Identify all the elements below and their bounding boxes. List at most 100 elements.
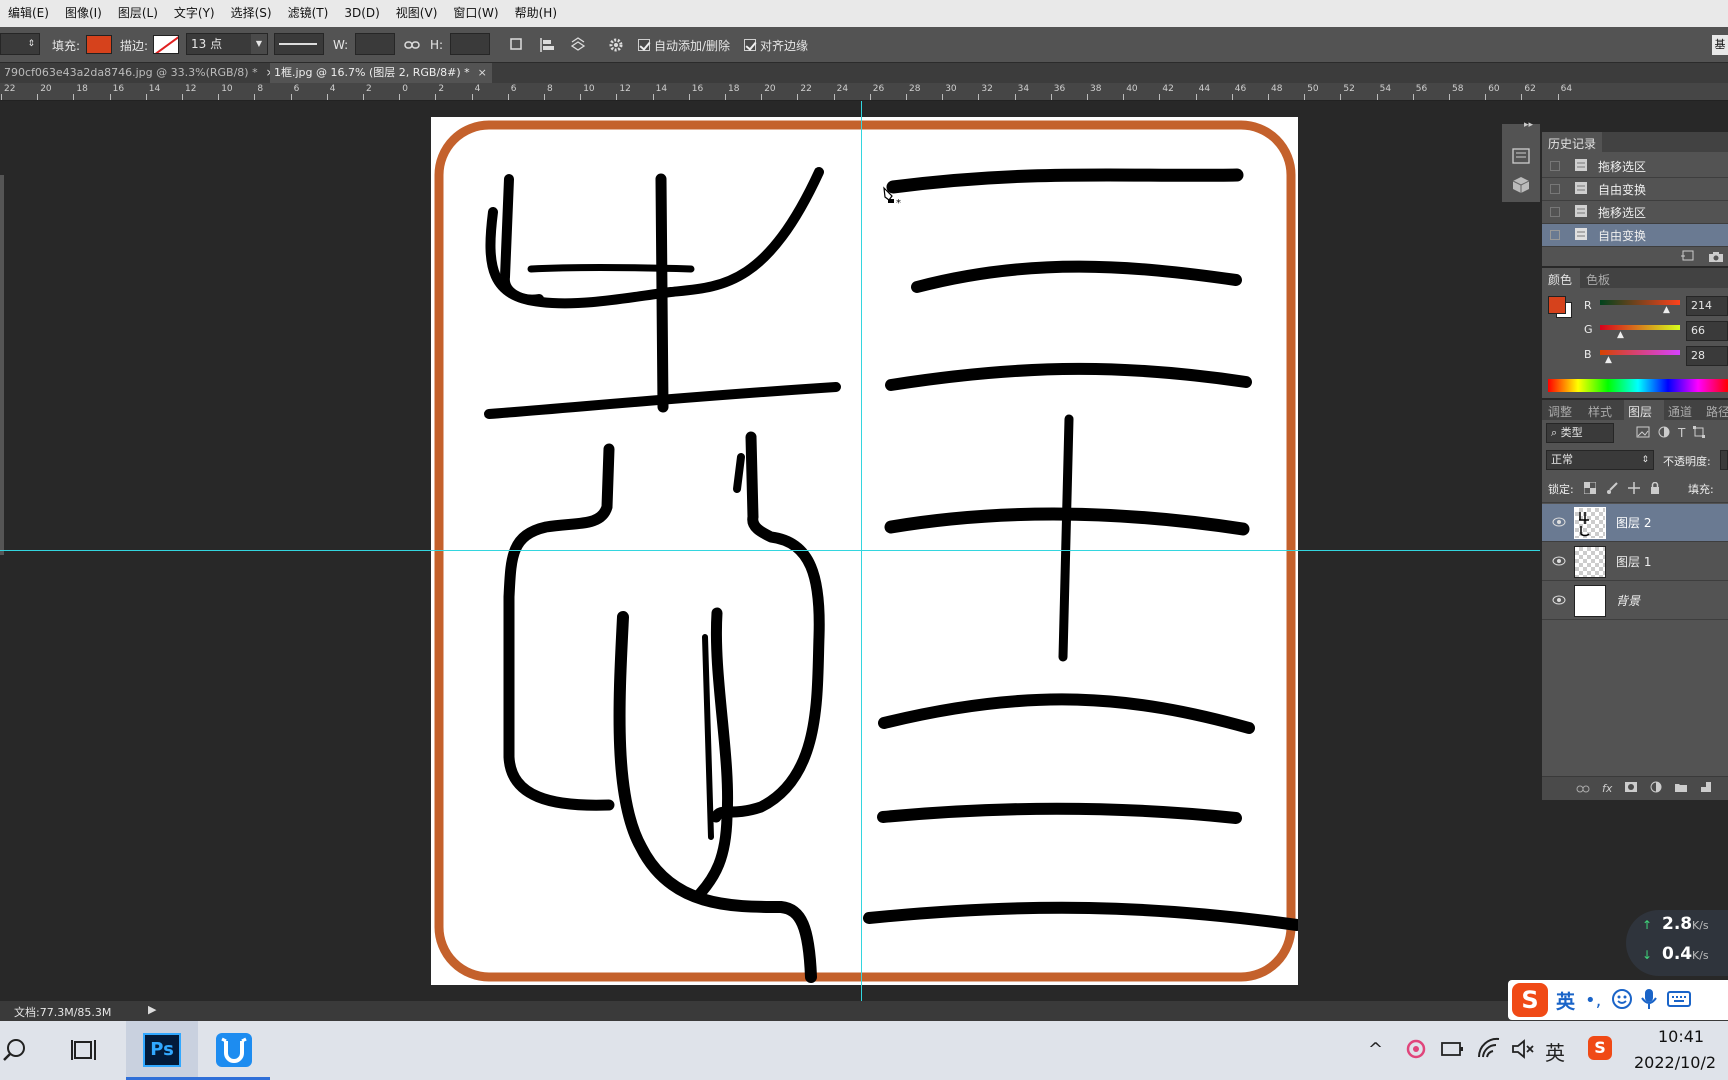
tab-paths[interactable]: 路径: [1706, 403, 1728, 420]
green-slider[interactable]: [1600, 325, 1680, 330]
history-item[interactable]: 自由变换: [1542, 178, 1728, 201]
align-edges-checkbox[interactable]: 对齐边缘: [744, 27, 808, 63]
stroke-type-select[interactable]: [274, 33, 324, 55]
collapsed-toolbar-edge[interactable]: [0, 175, 4, 555]
menu-3d[interactable]: 3D(D): [336, 0, 387, 27]
horizontal-ruler[interactable]: 22 20 18 16 14 12 10 8 6 4 2 0 2 4 6 8 10 12 14 16 18 20 22 24 2…: [0, 83, 1728, 101]
play-arrow-icon[interactable]: ▶: [148, 1003, 156, 1016]
green-value-field[interactable]: 66: [1686, 321, 1728, 341]
eye-icon[interactable]: [1552, 594, 1566, 608]
battery-icon[interactable]: [1440, 1039, 1466, 1062]
network-speed-widget[interactable]: ↑ 2.8 K/s ↓ 0.4 K/s: [1626, 910, 1728, 976]
layer-name[interactable]: 图层 1: [1616, 553, 1651, 570]
eye-icon[interactable]: [1552, 516, 1566, 530]
punctuation-icon[interactable]: •,: [1585, 990, 1601, 1011]
taskbar-second-app[interactable]: [198, 1021, 270, 1080]
history-brush-checkbox[interactable]: [1550, 184, 1560, 194]
layer-name[interactable]: 背景: [1616, 592, 1640, 609]
menu-edit[interactable]: 编辑(E): [0, 0, 57, 27]
layer-mask-icon[interactable]: [1624, 781, 1638, 796]
history-panel-icon[interactable]: [1512, 148, 1530, 167]
blue-value-field[interactable]: 28: [1686, 346, 1728, 366]
blue-slider[interactable]: [1600, 350, 1680, 355]
ime-language-toggle[interactable]: 英: [1556, 987, 1575, 1014]
chevron-up-icon[interactable]: ^: [1368, 1039, 1383, 1060]
layer-row[interactable]: 图层 1: [1542, 543, 1728, 581]
menu-help[interactable]: 帮助(H): [507, 0, 565, 27]
history-item[interactable]: 拖移选区: [1542, 201, 1728, 224]
fx-icon[interactable]: fx: [1602, 782, 1612, 795]
new-layer-icon[interactable]: [1700, 781, 1712, 796]
taskbar-photoshop[interactable]: Ps: [126, 1021, 198, 1080]
eye-icon[interactable]: [1552, 555, 1566, 569]
stroke-size-field[interactable]: 13 点 ▼: [186, 33, 268, 55]
gear-icon[interactable]: [608, 27, 624, 63]
microphone-icon[interactable]: [1641, 988, 1658, 1013]
slider-thumb-icon[interactable]: ▲: [1617, 330, 1624, 340]
document-canvas[interactable]: [431, 117, 1303, 985]
slider-thumb-icon[interactable]: ▲: [1663, 305, 1670, 315]
tab-history[interactable]: 历史记录: [1548, 135, 1596, 152]
new-document-from-state-icon[interactable]: [1680, 250, 1694, 265]
opacity-field[interactable]: [1720, 450, 1728, 470]
tab-swatches[interactable]: 色板: [1586, 271, 1610, 288]
keyboard-icon[interactable]: [1667, 990, 1692, 1011]
vertical-guide[interactable]: [861, 101, 862, 1001]
volume-muted-icon[interactable]: [1510, 1037, 1536, 1064]
tab-channels[interactable]: 通道: [1668, 403, 1692, 420]
wifi-icon[interactable]: [1476, 1037, 1502, 1064]
blend-mode-select[interactable]: 正常 ⇕: [1546, 450, 1654, 470]
collapse-panels-icon[interactable]: ▸▸: [1524, 120, 1533, 130]
slider-thumb-icon[interactable]: ▲: [1605, 355, 1612, 365]
tab-color[interactable]: 颜色: [1548, 271, 1572, 288]
layer-row[interactable]: 背景: [1542, 582, 1728, 620]
width-field[interactable]: [355, 33, 395, 55]
menu-type[interactable]: 文字(Y): [166, 0, 223, 27]
fill-color-swatch[interactable]: [86, 35, 112, 54]
menu-image[interactable]: 图像(I): [57, 0, 110, 27]
history-brush-checkbox[interactable]: [1550, 161, 1560, 171]
color-spectrum-bar[interactable]: [1548, 379, 1728, 392]
tab-adjustments[interactable]: 调整: [1548, 403, 1572, 420]
height-field[interactable]: [450, 33, 490, 55]
3d-cube-icon[interactable]: [1512, 176, 1530, 197]
shape-filter-icon[interactable]: [1693, 426, 1706, 441]
path-operations-icon[interactable]: [508, 27, 526, 63]
tray-app-icon[interactable]: [1404, 1037, 1428, 1064]
tray-language[interactable]: 英: [1545, 1037, 1565, 1066]
folder-icon[interactable]: [1674, 782, 1688, 796]
camera-icon[interactable]: [1708, 251, 1724, 266]
menu-filter[interactable]: 滤镜(T): [280, 0, 337, 27]
menu-select[interactable]: 选择(S): [223, 0, 280, 27]
task-view-icon[interactable]: [70, 1037, 98, 1066]
lock-position-move-icon[interactable]: [1628, 482, 1640, 497]
type-filter-icon[interactable]: T: [1678, 426, 1685, 441]
foreground-color-swatch[interactable]: [1548, 296, 1566, 314]
stroke-color-swatch[interactable]: [153, 35, 179, 54]
tab-styles[interactable]: 样式: [1588, 403, 1612, 420]
clock-date[interactable]: 2022/10/2: [1634, 1053, 1716, 1072]
tab-layers[interactable]: 图层: [1628, 403, 1652, 420]
sogou-logo-icon[interactable]: S: [1512, 983, 1548, 1017]
close-icon[interactable]: ×: [478, 66, 487, 79]
workspace-button[interactable]: 基: [1712, 35, 1728, 55]
history-item-active[interactable]: 自由变换: [1542, 224, 1728, 247]
adjustment-filter-icon[interactable]: [1658, 426, 1670, 441]
tool-mode-select[interactable]: ⇕: [0, 33, 40, 55]
lock-all-icon[interactable]: [1650, 481, 1660, 497]
link-icon[interactable]: [404, 27, 420, 63]
auto-add-delete-checkbox[interactable]: 自动添加/删除: [638, 27, 730, 63]
red-value-field[interactable]: 214: [1686, 296, 1728, 316]
image-filter-icon[interactable]: [1636, 426, 1650, 441]
path-arrangement-icon[interactable]: [568, 27, 588, 63]
menu-layer[interactable]: 图层(L): [110, 0, 166, 27]
sogou-tray-icon[interactable]: S: [1588, 1036, 1612, 1060]
history-item[interactable]: 拖移选区: [1542, 155, 1728, 178]
layer-name[interactable]: 图层 2: [1616, 514, 1651, 531]
layer-filter-select[interactable]: ⌕ 类型: [1546, 423, 1614, 443]
lock-pixels-brush-icon[interactable]: [1606, 482, 1618, 497]
history-brush-checkbox[interactable]: [1550, 230, 1560, 240]
layer-row-active[interactable]: 图层 2: [1542, 504, 1728, 542]
link-layers-icon[interactable]: [1576, 782, 1590, 796]
tab-document-1[interactable]: 790cf063e43a2da8746.jpg @ 33.3%(RGB/8) *…: [0, 63, 275, 83]
